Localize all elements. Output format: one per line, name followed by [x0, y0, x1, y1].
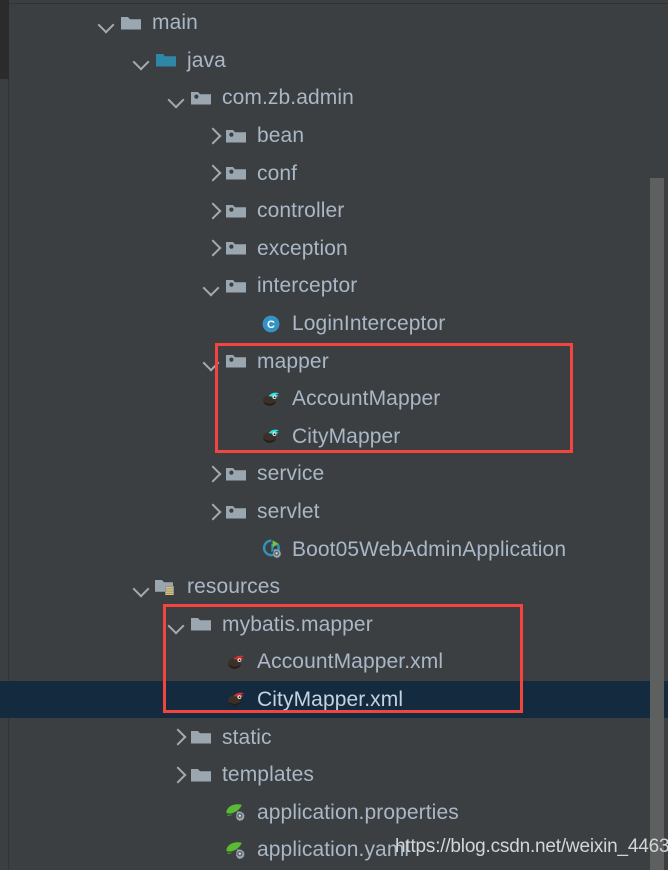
tree-row[interactable]: service [0, 455, 668, 493]
tree-row-list[interactable]: main java com.zb.admin bean conf controller ex… [0, 4, 668, 869]
tree-row[interactable]: application.properties [0, 793, 668, 831]
tree-row[interactable]: CityMapper.xml [0, 680, 668, 719]
chevron-right-icon[interactable] [166, 764, 188, 786]
tree-row-label: CityMapper.xml [257, 687, 404, 711]
tree-row-label: templates [222, 763, 314, 787]
tree-toggle-placeholder [201, 839, 223, 861]
folder-plain-icon [188, 724, 214, 750]
package-icon [223, 198, 249, 224]
package-icon [223, 235, 249, 261]
chevron-right-icon[interactable] [201, 463, 223, 485]
tree-row[interactable]: AccountMapper [0, 380, 668, 418]
chevron-down-icon[interactable] [201, 350, 223, 372]
package-icon [223, 123, 249, 149]
tree-row[interactable]: resources [0, 568, 668, 606]
tree-row[interactable]: com.zb.admin [0, 79, 668, 117]
vertical-scrollbar-thumb[interactable] [650, 178, 664, 870]
tree-row-label: interceptor [257, 274, 358, 298]
chevron-down-icon[interactable] [166, 613, 188, 635]
tree-toggle-placeholder [236, 313, 258, 335]
tree-row[interactable]: interceptor [0, 267, 668, 305]
mybatis-red-icon [223, 686, 249, 712]
package-icon [188, 85, 214, 111]
tree-row-label: servlet [257, 500, 320, 524]
package-icon [223, 160, 249, 186]
tree-row-label: LoginInterceptor [292, 312, 446, 336]
vertical-scrollbar-track[interactable] [650, 0, 668, 870]
tree-row[interactable]: servlet [0, 493, 668, 531]
tree-row[interactable]: controller [0, 192, 668, 230]
tree-row[interactable]: AccountMapper.xml [0, 643, 668, 681]
package-icon [223, 499, 249, 525]
tree-row-label: service [257, 462, 325, 486]
tree-row[interactable]: conf [0, 154, 668, 192]
chevron-right-icon[interactable] [201, 501, 223, 523]
tree-row[interactable]: CityMapper [0, 418, 668, 456]
tree-row[interactable]: C LoginInterceptor [0, 305, 668, 343]
chevron-down-icon[interactable] [201, 275, 223, 297]
tree-row-label: application.properties [257, 800, 459, 824]
package-icon [223, 348, 249, 374]
chevron-down-icon[interactable] [166, 87, 188, 109]
chevron-right-icon[interactable] [166, 726, 188, 748]
chevron-down-icon[interactable] [131, 49, 153, 71]
tree-row[interactable]: Boot05WebAdminApplication [0, 530, 668, 568]
tree-row-label: exception [257, 236, 348, 260]
mybatis-red-icon [223, 649, 249, 675]
tree-row-label: mapper [257, 349, 329, 373]
tree-row[interactable]: static [0, 718, 668, 756]
chevron-right-icon[interactable] [201, 237, 223, 259]
spring-config-icon [223, 799, 249, 825]
tree-toggle-placeholder [236, 538, 258, 560]
tree-row-label: Boot05WebAdminApplication [292, 537, 567, 561]
package-icon [223, 461, 249, 487]
tree-row-label: controller [257, 199, 345, 223]
tree-row[interactable]: exception [0, 230, 668, 268]
mybatis-teal-icon [258, 386, 284, 412]
chevron-right-icon[interactable] [201, 162, 223, 184]
tree-row-label: bean [257, 124, 305, 148]
folder-plain-icon [188, 762, 214, 788]
tree-row-label: static [222, 725, 272, 749]
tree-row-label: com.zb.admin [222, 86, 354, 110]
tree-row-label: application.yaml [257, 838, 410, 862]
tree-row-label: resources [187, 575, 281, 599]
folder-plain-icon [188, 611, 214, 637]
mybatis-teal-icon [258, 423, 284, 449]
project-tree-panel[interactable]: main java com.zb.admin bean conf controller ex… [0, 0, 668, 870]
tree-row[interactable]: java [0, 42, 668, 80]
tree-row-label: AccountMapper [292, 387, 441, 411]
tree-row[interactable]: mybatis.mapper [0, 606, 668, 644]
package-icon [223, 273, 249, 299]
chevron-right-icon[interactable] [201, 125, 223, 147]
tree-row[interactable]: mapper [0, 342, 668, 380]
folder-source-icon [153, 47, 179, 73]
chevron-down-icon[interactable] [131, 576, 153, 598]
tree-row-label: AccountMapper.xml [257, 650, 444, 674]
tree-row-label: CityMapper [292, 424, 401, 448]
java-class-icon: C [258, 311, 284, 337]
tree-row[interactable]: templates [0, 756, 668, 794]
tree-toggle-placeholder [201, 651, 223, 673]
tree-row-label: mybatis.mapper [222, 612, 373, 636]
tree-row-label: java [187, 48, 226, 72]
spring-config-icon [223, 837, 249, 863]
folder-gray-icon [118, 10, 144, 36]
tree-toggle-placeholder [201, 801, 223, 823]
spring-boot-icon [258, 536, 284, 562]
tree-row-label: conf [257, 161, 298, 185]
chevron-right-icon[interactable] [201, 200, 223, 222]
tree-row-label: main [152, 11, 198, 35]
tree-row[interactable]: main [0, 4, 668, 42]
folder-resource-icon [153, 574, 179, 600]
tree-toggle-placeholder [201, 688, 223, 710]
tree-row[interactable]: bean [0, 117, 668, 155]
watermark-text: https://blog.csdn.net/weixin_44630656 [395, 836, 668, 857]
chevron-down-icon[interactable] [96, 12, 118, 34]
svg-text:C: C [267, 319, 275, 331]
tree-toggle-placeholder [236, 388, 258, 410]
tree-toggle-placeholder [236, 425, 258, 447]
